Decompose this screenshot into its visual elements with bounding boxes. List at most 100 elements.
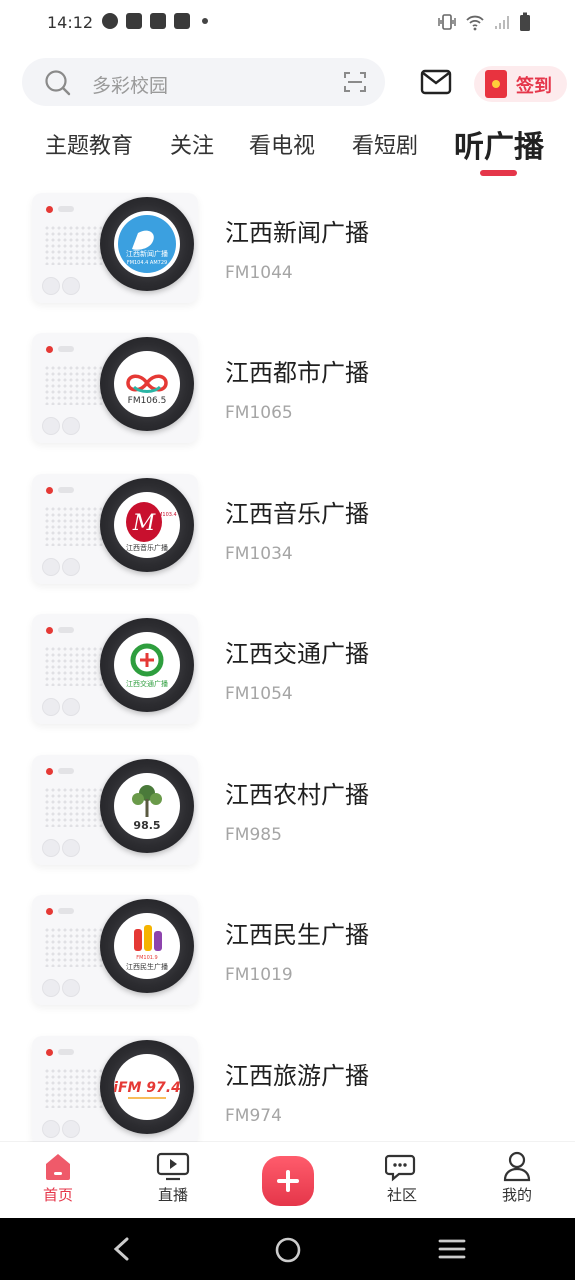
notification-icons	[102, 13, 208, 29]
indicator-dot	[46, 768, 53, 775]
vinyl-disc: iFM 97.4	[100, 1040, 194, 1134]
nav-live[interactable]: 直播	[133, 1150, 213, 1205]
radio-card: FM106.5	[32, 333, 198, 443]
logo-text: 江西民生广播	[126, 962, 168, 971]
search-placeholder: 多彩校园	[92, 75, 169, 97]
indicator-dot	[46, 908, 53, 915]
station-logo: iFM 97.4	[114, 1054, 180, 1120]
search-bar[interactable]: 多彩校园	[22, 58, 385, 106]
indicator-dot	[46, 487, 53, 494]
station-frequency: FM1065	[225, 403, 293, 423]
battery-icon	[520, 12, 530, 31]
tab-short-drama[interactable]: 看短剧	[352, 128, 418, 160]
vinyl-disc: FM106.5	[100, 337, 194, 431]
station-item[interactable]: M FM103.4 江西音乐广播 江西音乐广播 FM1034	[0, 474, 575, 614]
station-frequency: FM1019	[225, 965, 293, 985]
station-item[interactable]: FM101.9 江西民生广播 江西民生广播 FM1019	[0, 895, 575, 1035]
nav-me[interactable]: 我的	[477, 1150, 557, 1205]
back-icon[interactable]	[110, 1236, 134, 1262]
logo-subtext: FM104.4 AM729	[127, 260, 167, 266]
home-circle-icon[interactable]	[274, 1236, 302, 1264]
station-item[interactable]: 江西新闻广播 FM104.4 AM729 江西新闻广播 FM1044	[0, 193, 575, 333]
scan-icon[interactable]	[343, 70, 367, 94]
music-logo-icon: M FM103.4 江西音乐广播	[126, 502, 177, 552]
indicator-dot	[46, 206, 53, 213]
station-item[interactable]: 98.5 江西农村广播 FM985	[0, 755, 575, 895]
vinyl-disc: 江西新闻广播 FM104.4 AM729	[100, 197, 194, 291]
radio-card: M FM103.4 江西音乐广播	[32, 474, 198, 584]
station-logo: 江西新闻广播 FM104.4 AM729	[114, 211, 180, 277]
station-logo: FM106.5	[114, 351, 180, 417]
logo-letter: M	[132, 511, 156, 536]
tab-theme-education[interactable]: 主题教育	[45, 128, 133, 160]
red-envelope-icon	[485, 70, 507, 98]
logo-text: 江西交通广播	[126, 679, 168, 688]
signin-button[interactable]: 签到	[474, 66, 567, 102]
station-logo: 江西交通广播	[114, 632, 180, 698]
indicator-dot	[46, 627, 53, 634]
mail-notification-icon	[126, 13, 142, 29]
radio-knob	[62, 558, 80, 576]
radio-knob	[42, 277, 60, 295]
chat-icon	[385, 1154, 416, 1182]
active-tab-indicator	[480, 170, 517, 176]
nav-community-label: 社区	[386, 1186, 417, 1204]
station-name: 江西旅游广播	[225, 1062, 369, 1090]
status-time: 14:12	[47, 13, 94, 32]
radio-knob	[42, 1120, 60, 1138]
radio-slot	[58, 627, 74, 633]
recents-icon[interactable]	[438, 1236, 466, 1262]
radio-knob	[42, 558, 60, 576]
logo-text: 江西音乐广播	[126, 543, 168, 552]
station-name: 江西民生广播	[225, 921, 369, 949]
station-name: 江西新闻广播	[225, 219, 369, 247]
tab-watch-tv[interactable]: 看电视	[249, 128, 315, 160]
urban-logo-icon: FM106.5	[126, 374, 168, 406]
radio-knob	[62, 417, 80, 435]
logo-subtext: FM103.4	[155, 512, 177, 518]
tab-radio[interactable]: 听广播	[454, 122, 544, 166]
logo-text: 江西新闻广播	[126, 249, 168, 258]
vinyl-disc: M FM103.4 江西音乐广播	[100, 478, 194, 572]
vibrate-icon	[438, 14, 456, 30]
mail-notification-icon	[174, 13, 190, 29]
system-navigation-bar	[0, 1218, 575, 1280]
search-icon	[45, 70, 71, 96]
radio-card: iFM 97.4	[32, 1036, 198, 1146]
station-item[interactable]: 江西交通广播 江西交通广播 FM1054	[0, 614, 575, 754]
radio-knob	[62, 698, 80, 716]
radio-knob	[62, 1120, 80, 1138]
station-logo: 98.5	[114, 773, 180, 839]
logo-text: FM106.5	[128, 396, 167, 406]
nav-community[interactable]: 社区	[362, 1150, 442, 1205]
station-frequency: FM1034	[225, 544, 293, 564]
home-icon	[46, 1154, 70, 1180]
station-name: 江西都市广播	[225, 359, 369, 387]
vinyl-disc: 98.5	[100, 759, 194, 853]
tab-follow[interactable]: 关注	[170, 128, 214, 160]
bottom-nav: 首页 直播 社区 我的	[0, 1142, 575, 1218]
signin-label: 签到	[516, 76, 552, 97]
radio-knob	[42, 698, 60, 716]
nav-home-label: 首页	[42, 1186, 73, 1204]
radio-knob	[42, 417, 60, 435]
radio-knob	[62, 839, 80, 857]
mail-icon[interactable]	[420, 68, 452, 96]
publish-button[interactable]	[262, 1156, 314, 1206]
people-logo-icon: FM101.9 江西民生广播	[126, 925, 168, 971]
status-bar: 14:12	[0, 0, 575, 46]
signal-icon	[495, 16, 509, 29]
nav-home[interactable]: 首页	[18, 1150, 98, 1205]
system-status-icons	[437, 12, 531, 32]
station-item[interactable]: FM106.5 江西都市广播 FM1065	[0, 333, 575, 473]
travel-logo-icon: iFM 97.4	[114, 1080, 180, 1099]
station-frequency: FM985	[225, 825, 282, 845]
logo-subtext: FM101.9	[136, 955, 158, 961]
wifi-icon	[466, 15, 484, 31]
station-logo: FM101.9 江西民生广播	[114, 913, 180, 979]
radio-knob	[62, 277, 80, 295]
radio-slot	[58, 487, 74, 493]
radio-slot	[58, 1049, 74, 1055]
radio-card: 98.5	[32, 755, 198, 865]
indicator-dot	[46, 1049, 53, 1056]
